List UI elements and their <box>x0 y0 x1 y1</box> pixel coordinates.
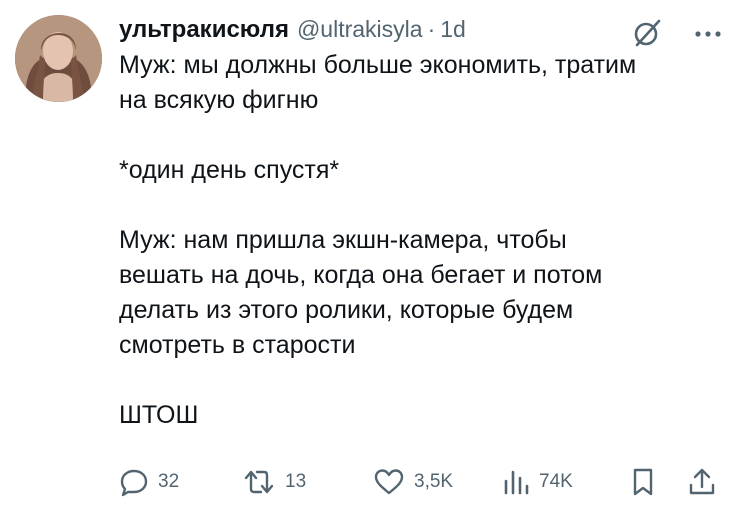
tweet-paragraph: *один день спустя* <box>119 156 340 184</box>
avatar[interactable] <box>15 15 102 102</box>
tweet: ультракисюля @ultrakisyla · 1d Муж: мы д… <box>0 0 740 514</box>
reply-icon <box>120 469 148 497</box>
share-icon <box>689 468 715 495</box>
retweet-icon <box>244 470 274 494</box>
bookmark-button[interactable] <box>630 462 656 502</box>
user-handle[interactable]: @ultrakisyla <box>297 16 423 43</box>
display-name[interactable]: ультракисюля <box>119 16 289 44</box>
separator-dot: · <box>427 16 436 42</box>
tweet-paragraph: ШТОШ <box>119 401 199 429</box>
share-button[interactable] <box>688 462 716 502</box>
retweet-count: 13 <box>285 471 307 492</box>
tweet-text: Муж: мы должны больше экономить, тратим … <box>119 48 719 433</box>
avatar-image <box>15 15 102 102</box>
reply-count: 32 <box>158 471 180 492</box>
grok-icon[interactable] <box>632 18 662 48</box>
more-icon[interactable] <box>694 30 722 38</box>
reply-button[interactable]: 32 <box>119 462 179 502</box>
heart-icon <box>374 469 404 495</box>
views-button[interactable]: 74K <box>502 462 573 502</box>
like-button[interactable]: 3,5K <box>373 462 453 502</box>
bookmark-icon <box>633 468 653 496</box>
tweet-paragraph: Муж: нам пришла экшн-камера, чтобы вешат… <box>119 226 603 359</box>
views-count: 74K <box>539 471 573 492</box>
tweet-paragraph: Муж: мы должны больше экономить, тратим … <box>119 51 637 114</box>
timestamp[interactable]: 1d <box>440 16 466 43</box>
retweet-button[interactable]: 13 <box>242 462 306 502</box>
tweet-header: ультракисюля @ultrakisyla · 1d <box>119 16 466 46</box>
action-bar: 32 13 3,5K 74K <box>0 462 740 502</box>
views-icon <box>504 470 529 495</box>
like-count: 3,5K <box>414 471 454 492</box>
